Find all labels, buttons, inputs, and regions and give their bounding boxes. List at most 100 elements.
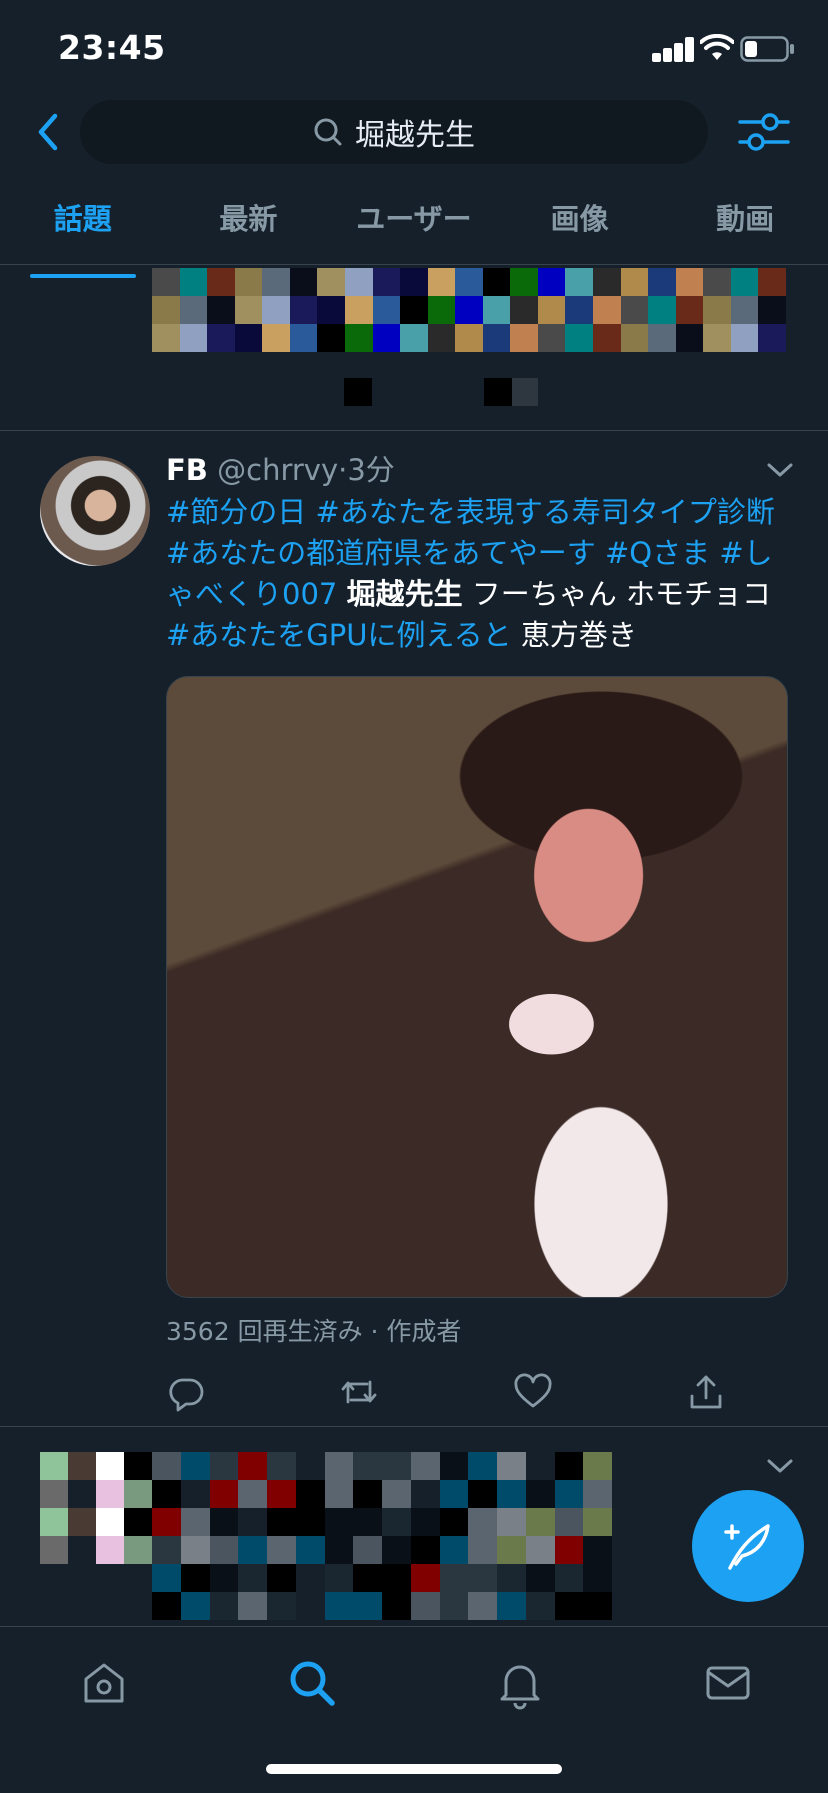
mosaic-cell [180, 1508, 210, 1536]
tab-top[interactable]: 話題 [0, 190, 166, 278]
mosaic-cell [410, 1508, 440, 1536]
reply-icon[interactable] [166, 1372, 206, 1412]
mosaic-cell [238, 1536, 267, 1564]
avatar[interactable] [40, 456, 150, 566]
mosaic-cell [675, 296, 704, 324]
mosaic-cell [295, 1508, 325, 1536]
mosaic-cell [317, 268, 345, 296]
hashtag-link[interactable]: #あなたの都道府県をあてやーす [166, 536, 596, 570]
tweet-video-media[interactable] [166, 676, 788, 1298]
mosaic-cell [410, 1592, 440, 1620]
mosaic-cell [180, 1480, 210, 1508]
mosaic-cell [382, 1536, 411, 1564]
mosaic-cell [324, 1536, 354, 1564]
mosaic-cell [238, 1564, 267, 1592]
home-icon[interactable] [76, 1655, 132, 1711]
search-filter-button[interactable] [734, 108, 794, 156]
mosaic-cell [455, 268, 483, 296]
tab-videos[interactable]: 動画 [662, 190, 828, 264]
retweet-icon[interactable] [339, 1372, 379, 1412]
hashtag-link[interactable]: #節分の日 [166, 495, 306, 529]
mosaic-cell [455, 296, 483, 324]
mosaic-cell [497, 1592, 526, 1620]
mosaic-cell [620, 296, 649, 324]
tweet-text-segment [337, 577, 346, 611]
censored-block [512, 378, 538, 406]
mosaic-cell [234, 268, 263, 296]
compose-tweet-button[interactable] [692, 1490, 804, 1602]
tweet-actions [166, 1372, 726, 1414]
mosaic-cell [400, 296, 428, 324]
mosaic-cell [372, 324, 401, 352]
tweet-text: #節分の日 #あなたを表現する寿司タイプ診断 #あなたの都道府県をあてやーす #… [166, 492, 796, 656]
tab-users[interactable]: ユーザー [331, 190, 497, 264]
tab-latest[interactable]: 最新 [166, 190, 332, 264]
mosaic-cell [238, 1592, 267, 1620]
mosaic-cell [525, 1592, 555, 1620]
mosaic-cell [648, 324, 676, 352]
wifi-icon [700, 34, 734, 60]
mosaic-cell [730, 296, 759, 324]
mosaic-cell [289, 268, 318, 296]
search-icon[interactable] [284, 1655, 340, 1711]
mosaic-cell [289, 324, 318, 352]
mosaic-cell [620, 268, 649, 296]
mosaic-cell [400, 268, 428, 296]
mosaic-cell [267, 1452, 296, 1480]
mosaic-cell [353, 1480, 382, 1508]
back-button[interactable] [26, 108, 70, 156]
mosaic-cell [525, 1564, 555, 1592]
mosaic-cell [537, 296, 566, 324]
mosaic-cell [124, 1480, 152, 1508]
tab-images[interactable]: 画像 [497, 190, 663, 264]
user-handle[interactable]: @chrrvy [217, 453, 338, 487]
mosaic-cell [510, 268, 538, 296]
mosaic-cell [468, 1480, 497, 1508]
mosaic-cell [554, 1564, 584, 1592]
censored-block [484, 378, 512, 406]
mosaic-cell [96, 1508, 124, 1536]
mosaic-cell [68, 1536, 96, 1564]
mosaic-cell [179, 296, 208, 324]
mosaic-cell [439, 1564, 469, 1592]
chevron-down-icon[interactable] [762, 1448, 798, 1484]
mosaic-cell [439, 1452, 469, 1480]
chevron-down-icon[interactable] [762, 452, 798, 488]
mosaic-cell [439, 1592, 469, 1620]
hashtag-link[interactable]: #あなたを表現する寿司タイプ診断 [316, 495, 775, 529]
mosaic-cell [353, 1536, 382, 1564]
tweet-header: FB @chrrvy·3分 [166, 448, 395, 492]
mosaic-cell [455, 324, 483, 352]
mosaic-cell [324, 1564, 354, 1592]
mosaic-cell [289, 296, 318, 324]
heart-icon[interactable] [513, 1372, 553, 1412]
mosaic-cell [353, 1452, 382, 1480]
home-indicator[interactable] [266, 1764, 562, 1774]
display-name[interactable]: FB [166, 453, 208, 487]
tweet-divider [0, 1426, 828, 1427]
mosaic-cell [468, 1536, 497, 1564]
search-field[interactable]: 堀越先生 [80, 100, 708, 164]
mosaic-cell [267, 1508, 296, 1536]
mosaic-cell [537, 324, 566, 352]
mosaic-cell [180, 1536, 210, 1564]
mosaic-cell [353, 1508, 382, 1536]
mosaic-cell [554, 1508, 584, 1536]
hashtag-link[interactable]: #Qさま [605, 536, 710, 570]
mosaic-cell [482, 296, 511, 324]
mosaic-cell [267, 1536, 296, 1564]
mosaic-cell [583, 1592, 612, 1620]
mosaic-cell [382, 1508, 411, 1536]
mosaic-cell [497, 1452, 526, 1480]
mosaic-cell [620, 324, 649, 352]
envelope-icon[interactable] [700, 1655, 756, 1711]
mosaic-cell [554, 1536, 584, 1564]
tweet-timestamp[interactable]: 3分 [347, 453, 394, 487]
mosaic-cell [262, 296, 290, 324]
share-icon[interactable] [686, 1372, 726, 1412]
hashtag-link[interactable]: #あなたをGPUに例えると [166, 618, 512, 652]
bell-icon[interactable] [492, 1655, 548, 1711]
mosaic-cell [593, 324, 621, 352]
tweet-text-segment [710, 536, 719, 570]
mosaic-cell [439, 1480, 469, 1508]
